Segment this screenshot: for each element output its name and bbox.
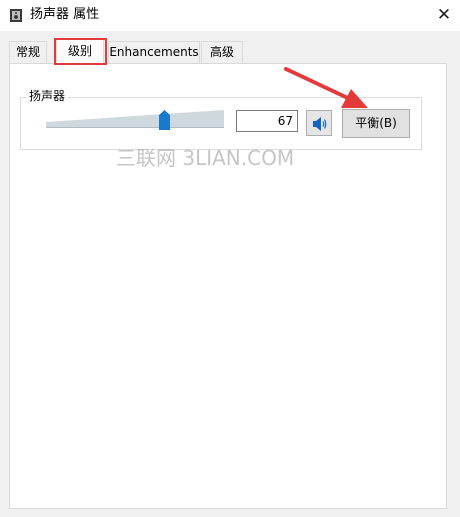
speaker-group-label: 扬声器 [26,88,69,104]
volume-slider-thumb[interactable] [159,110,170,130]
volume-slider[interactable] [46,110,224,128]
mute-button[interactable] [306,110,332,136]
balance-button[interactable]: 平衡(B) [342,109,410,138]
watermark-text: 三联网 3LIAN.COM [116,146,295,170]
tab-advanced[interactable]: 高级 [201,41,243,63]
speaker-volume-icon [313,117,327,131]
close-icon: ✕ [436,5,452,25]
volume-value-field[interactable]: 67 [236,110,298,132]
close-button[interactable]: ✕ [432,3,456,27]
tab-enhancements[interactable]: Enhancements [108,41,200,63]
annotation-highlight-box [54,38,107,65]
tab-general[interactable]: 常规 [9,41,47,63]
speaker-properties-icon [10,9,22,22]
window-title: 扬声器 属性 [30,7,100,22]
title-bar: 扬声器 属性 ✕ [0,0,460,31]
